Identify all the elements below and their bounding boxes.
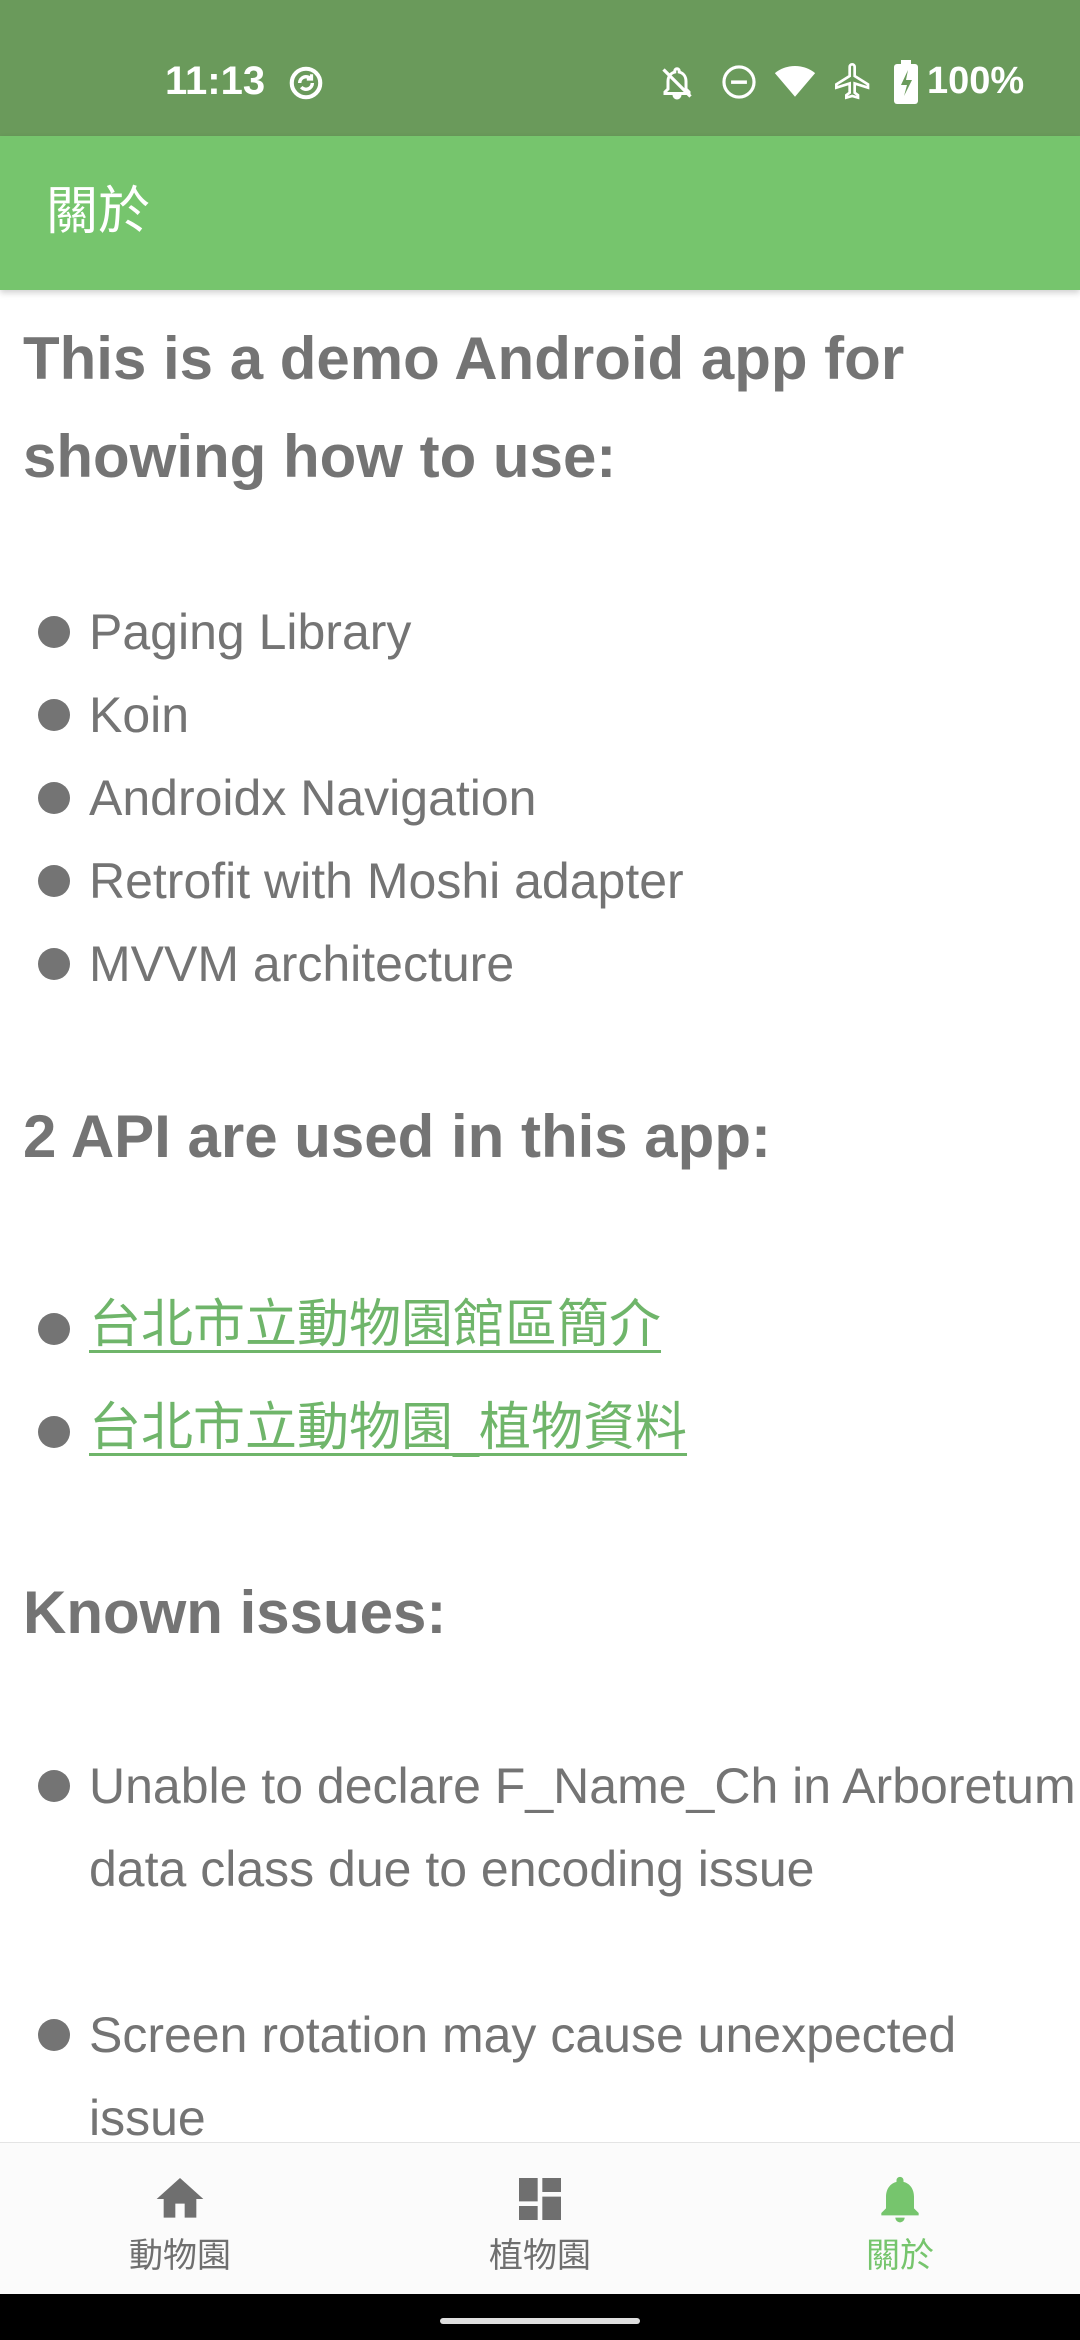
library-item-label: Androidx Navigation xyxy=(89,770,537,826)
intro-heading: This is a demo Android app for showing h… xyxy=(23,325,905,490)
about-content[interactable]: This is a demo Android app for showing h… xyxy=(0,290,1080,2142)
home-gesture-handle[interactable] xyxy=(440,2318,640,2324)
nav-item-botanical-garden[interactable]: 植物園 xyxy=(360,2143,720,2295)
issue-item-label: Screen rotation may cause unexpected iss… xyxy=(89,2007,957,2142)
list-item: MVVM architecture xyxy=(38,924,1058,1007)
bullet-icon xyxy=(38,1416,70,1448)
list-item: Androidx Navigation xyxy=(38,758,1058,841)
do-not-disturb-icon xyxy=(722,65,756,99)
battery-charging-icon xyxy=(894,60,918,104)
bell-icon xyxy=(881,2176,919,2223)
bullet-icon xyxy=(38,782,70,814)
status-bar: 11:13 100% xyxy=(0,0,1080,136)
page-title: 關於 xyxy=(46,182,151,242)
list-item: Retrofit with Moshi adapter xyxy=(38,841,1058,924)
bottom-navigation: 動物園 植物園 關於 xyxy=(0,2142,1080,2295)
bullet-icon xyxy=(38,948,70,980)
issues-heading: Known issues: xyxy=(23,1579,447,1646)
list-item: 台北市立動物園館區簡介 xyxy=(38,1285,1058,1375)
list-item: Koin xyxy=(38,675,1058,758)
wifi-icon xyxy=(774,65,816,97)
api-heading: 2 API are used in this app: xyxy=(23,1103,771,1170)
list-item: Paging Library xyxy=(38,592,1058,675)
sync-icon xyxy=(289,66,323,100)
bullet-icon xyxy=(38,699,70,731)
list-item: Screen rotation may cause unexpected iss… xyxy=(38,1995,1058,2142)
dashboard-icon xyxy=(519,2178,561,2220)
home-icon xyxy=(156,2178,204,2218)
nav-item-label: 植物園 xyxy=(489,2236,591,2276)
nav-item-label: 關於 xyxy=(866,2236,934,2276)
nav-item-label: 動物園 xyxy=(129,2236,231,2276)
list-item: Unable to declare F_Name_Ch in Arboretum… xyxy=(38,1746,1076,1995)
bullet-icon xyxy=(38,616,70,648)
airplane-icon xyxy=(835,63,870,100)
gesture-navigation-bar xyxy=(0,2294,1080,2340)
app-bar: 關於 xyxy=(0,136,1080,290)
library-item-label: MVVM architecture xyxy=(89,936,515,992)
api-link-zoo-intro[interactable]: 台北市立動物園館區簡介 xyxy=(89,1284,1079,1367)
status-time: 11:13 xyxy=(165,59,266,103)
battery-level: 100% xyxy=(927,60,1025,102)
bullet-icon xyxy=(38,1313,70,1345)
bell-off-icon xyxy=(662,67,692,100)
library-item-label: Retrofit with Moshi adapter xyxy=(89,853,684,909)
library-item-label: Paging Library xyxy=(89,604,412,660)
issue-item-label: Unable to declare F_Name_Ch in Arboretum… xyxy=(89,1758,1076,1897)
nav-item-zoo[interactable]: 動物園 xyxy=(0,2143,360,2295)
library-item-label: Koin xyxy=(89,687,190,743)
bullet-icon xyxy=(38,1770,70,1802)
api-link-plant-data[interactable]: 台北市立動物園_植物資料 xyxy=(89,1387,1079,1470)
bullet-icon xyxy=(38,865,70,897)
bullet-icon xyxy=(38,2019,70,2051)
list-item: 台北市立動物園_植物資料 xyxy=(38,1388,1058,1478)
nav-item-about[interactable]: 關於 xyxy=(720,2143,1080,2295)
